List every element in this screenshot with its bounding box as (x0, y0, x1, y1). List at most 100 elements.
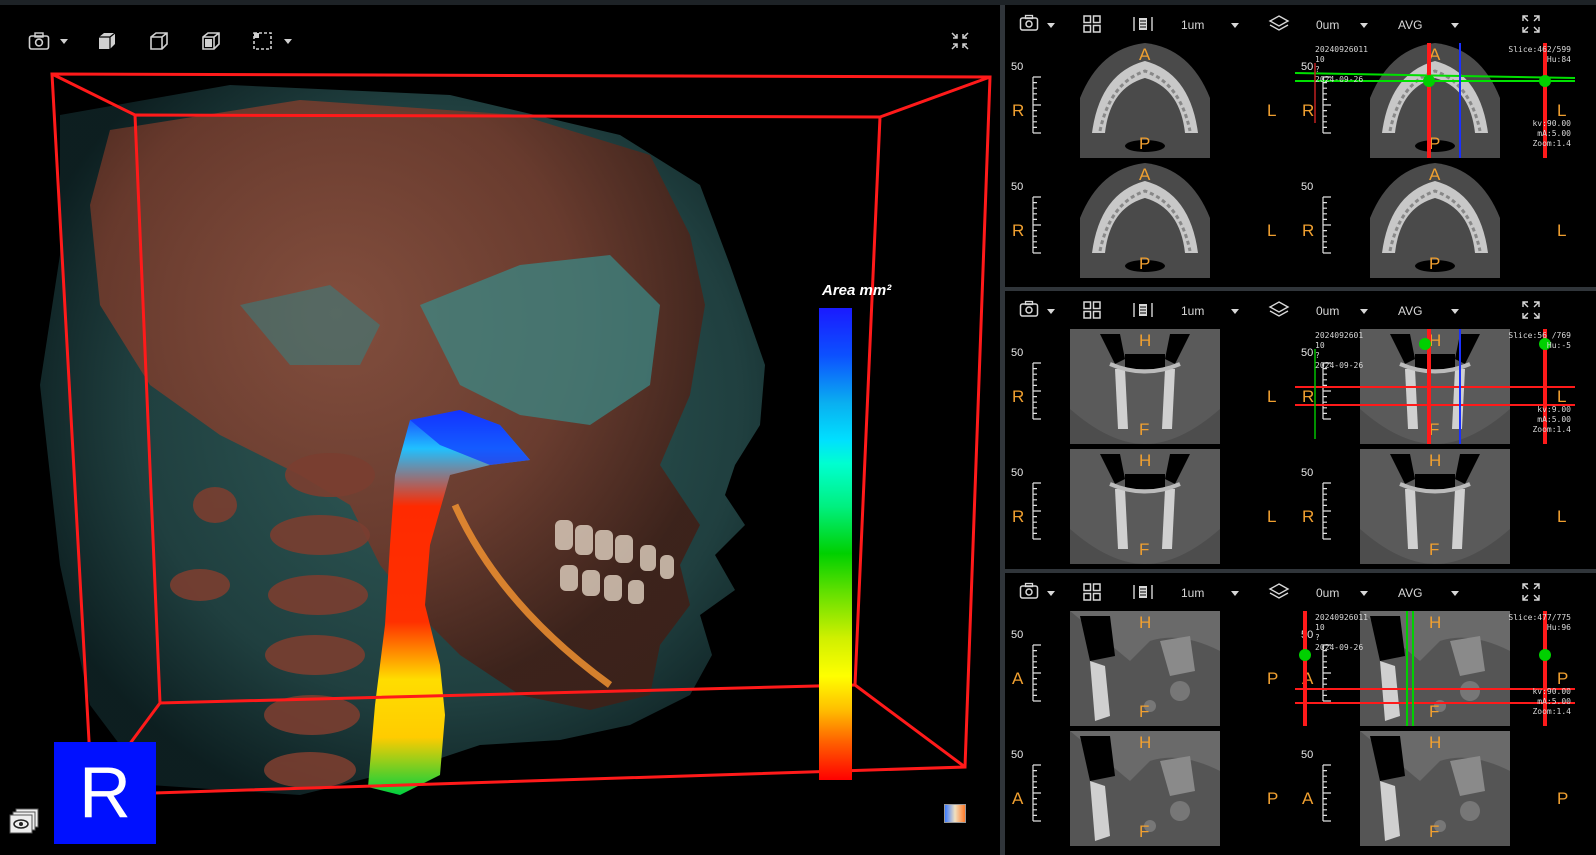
thickness-dropdown-chevron-icon[interactable] (1231, 23, 1239, 28)
mode-dropdown-chevron-icon[interactable] (1451, 23, 1459, 28)
coronal-viewport[interactable]: 50 R L H F 2024092601 10? 2024-09-26 Slice:56 /7… (1295, 329, 1575, 444)
sagittal-viewport[interactable]: 50 A P H F 20240926011 10? 2024-09-26 Slice:477/… (1295, 611, 1575, 726)
layers-icon[interactable] (1268, 582, 1290, 605)
slice-thickness-value: 1um (1181, 304, 1205, 318)
slice-offset-value: 0um (1316, 586, 1340, 600)
patient-info-line: 2024-09-26 (1315, 361, 1364, 370)
color-palette-icon[interactable] (944, 804, 966, 823)
projection-mode-value: AVG (1398, 304, 1423, 318)
offset-dropdown-chevron-icon[interactable] (1360, 23, 1368, 28)
sagittal-viewport[interactable]: 50 A P H F (1295, 731, 1575, 846)
visibility-layers-icon[interactable] (8, 807, 42, 841)
thickness-dropdown-chevron-icon[interactable] (1231, 309, 1239, 314)
axial-viewport[interactable]: 50 R L A P 20240926011 10? 2024-09-26 Slice:462/… (1295, 43, 1575, 158)
orientation-top: H (1139, 733, 1152, 752)
thickness-dropdown-chevron-icon[interactable] (1231, 591, 1239, 596)
slice-info-line: Slice:462/599 (1508, 45, 1571, 54)
volume-render-view[interactable]: Area mm² R (0, 5, 1000, 855)
orientation-left: A (1012, 669, 1024, 688)
offset-dropdown-chevron-icon[interactable] (1360, 309, 1368, 314)
collapse-icon[interactable] (950, 31, 970, 51)
axial-viewport[interactable]: 50 R L A P (1005, 163, 1285, 278)
patient-info: 20240926011 10? 2024-09-26 (1315, 45, 1368, 85)
expand-icon[interactable] (1521, 300, 1541, 323)
orientation-right: P (1267, 669, 1279, 688)
slice-thickness-icon[interactable] (1131, 300, 1155, 323)
camera-icon[interactable] (1019, 300, 1039, 321)
patient-info-line: 20240926011 (1315, 45, 1368, 54)
camera-menu-chevron-icon[interactable] (60, 39, 68, 44)
camera-menu-chevron-icon[interactable] (1047, 591, 1055, 596)
mode-dropdown-chevron-icon[interactable] (1451, 309, 1459, 314)
mpr-panel-coronal[interactable]: 1um 0um AVG 50 R L H F 50 R L H F 2024092601 10? 2024-0… (1005, 291, 1596, 569)
sagittal-viewport[interactable]: 50 A P H F (1005, 731, 1285, 846)
orientation-top: H (1429, 733, 1442, 752)
slice-info-line: Hu:-5 (1546, 341, 1571, 350)
crop-menu-chevron-icon[interactable] (284, 39, 292, 44)
layout-grid-icon[interactable] (1082, 582, 1102, 605)
orientation-top: A (1429, 165, 1441, 184)
scale-label: 50 (1301, 467, 1314, 479)
coronal-viewport[interactable]: 50 R L H F (1005, 449, 1285, 564)
orientation-right: P (1557, 789, 1569, 808)
orientation-bottom: F (1139, 420, 1150, 439)
axial-viewport[interactable]: 50 R L A P (1005, 43, 1285, 158)
scan-params: kv:90.00 mA:5.00 Zoom:1.4 (1532, 687, 1571, 717)
coronal-toolbar: 1um 0um AVG (1005, 291, 1596, 329)
layers-icon[interactable] (1268, 300, 1290, 323)
patient-info-line: ? (1315, 351, 1320, 360)
cube-wire-icon[interactable] (148, 31, 170, 51)
scan-param-line: Zoom:1.4 (1532, 139, 1571, 148)
patient-info-line: 20240926011 (1315, 613, 1368, 622)
patient-info-line: 10 (1315, 623, 1325, 632)
camera-icon[interactable] (1019, 582, 1039, 603)
offset-dropdown-chevron-icon[interactable] (1360, 591, 1368, 596)
axial-viewport[interactable]: 50 R L A P (1295, 163, 1575, 278)
mode-dropdown-chevron-icon[interactable] (1451, 591, 1459, 596)
scan-param-line: kv:9.00 (1537, 405, 1571, 414)
slice-info-line: Slice:477/775 (1508, 613, 1571, 622)
orientation-bottom: F (1429, 540, 1440, 559)
camera-menu-chevron-icon[interactable] (1047, 23, 1055, 28)
orientation-left: R (1012, 221, 1025, 240)
camera-icon[interactable] (1019, 14, 1039, 35)
orientation-left: R (1012, 387, 1025, 406)
layout-grid-icon[interactable] (1082, 300, 1102, 323)
coronal-viewport[interactable]: 50 R L H F (1295, 449, 1575, 564)
patient-info-line: 10 (1315, 341, 1325, 350)
cube-clip-icon[interactable] (200, 31, 222, 51)
scan-param-line: mA:5.00 (1537, 415, 1571, 424)
scale-label: 50 (1011, 181, 1024, 193)
slice-thickness-icon[interactable] (1131, 14, 1155, 37)
slice-info: Slice:462/599 Hu:84 (1508, 45, 1571, 65)
patient-info-line: 2024-09-26 (1315, 643, 1364, 652)
expand-icon[interactable] (1521, 14, 1541, 37)
orientation-bottom: P (1139, 254, 1151, 273)
mpr-panel-axial[interactable]: 1um 0um AVG 50 R L A P 50 R L A P 20240926011 10? 2024-… (1005, 5, 1596, 287)
scan-param-line: Zoom:1.4 (1532, 425, 1571, 434)
camera-menu-chevron-icon[interactable] (1047, 309, 1055, 314)
orientation-left: R (1012, 507, 1025, 526)
scale-label: 50 (1301, 749, 1314, 761)
layout-grid-icon[interactable] (1082, 14, 1102, 37)
slice-thickness-icon[interactable] (1131, 582, 1155, 605)
area-colorbar (819, 308, 852, 780)
cube-solid-icon[interactable] (96, 31, 118, 51)
patient-info-line: ? (1315, 633, 1320, 642)
expand-icon[interactable] (1521, 582, 1541, 605)
scan-param-line: mA:5.00 (1537, 129, 1571, 138)
camera-icon[interactable] (28, 31, 50, 51)
scan-params: kv:90.00 mA:5.00 Zoom:1.4 (1532, 119, 1571, 149)
crop-select-icon[interactable] (252, 31, 274, 51)
layers-icon[interactable] (1268, 14, 1290, 37)
sagittal-viewport[interactable]: 50 A P H F (1005, 611, 1285, 726)
mpr-panel-sagittal[interactable]: 1um 0um AVG 50 A P H F 50 A P H F 20240926011 10? 2024-… (1005, 573, 1596, 855)
projection-mode-value: AVG (1398, 586, 1423, 600)
orientation-left: A (1012, 789, 1024, 808)
scan-param-line: kv:90.00 (1532, 119, 1571, 128)
scale-label: 50 (1011, 347, 1024, 359)
scan-param-line: Zoom:1.4 (1532, 707, 1571, 716)
orientation-top: H (1139, 613, 1152, 632)
orientation-top: H (1139, 331, 1152, 350)
coronal-viewport[interactable]: 50 R L H F (1005, 329, 1285, 444)
